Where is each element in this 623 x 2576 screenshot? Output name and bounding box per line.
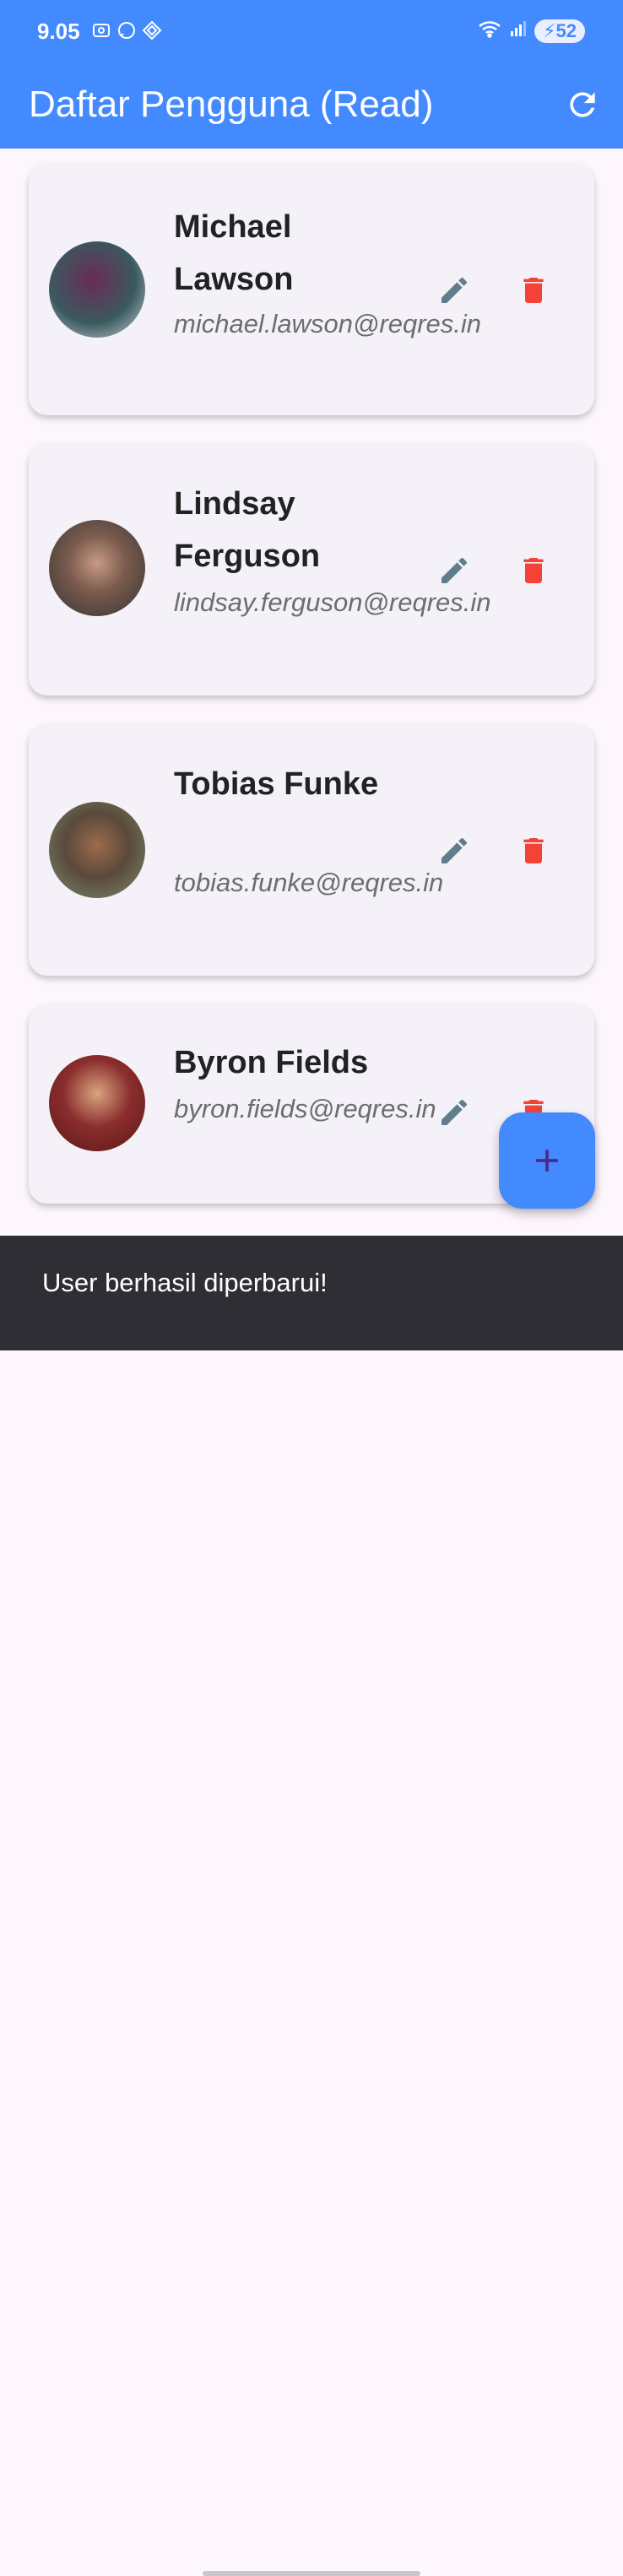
app-notification-icon [142,20,162,41]
edit-button[interactable] [432,549,476,593]
trash-icon [523,278,544,303]
charging-icon: ⚡ [543,19,556,41]
edit-button[interactable] [432,1090,476,1134]
user-name: Lindsay Ferguson [174,486,321,574]
user-email: tobias.funke@reqres.in [174,868,444,897]
plus-icon [536,1150,558,1172]
refresh-icon[interactable] [564,86,601,123]
edit-button[interactable] [432,268,476,312]
pencil-icon [442,277,467,303]
user-name: Byron Fields [174,1045,369,1080]
gesture-nav-handle[interactable] [203,2571,420,2576]
wifi-icon [477,19,502,43]
signal-icon [509,19,528,42]
user-email: michael.lawson@reqres.in [174,309,482,338]
page-title: Daftar Pengguna (Read) [29,84,434,125]
user-card[interactable]: Tobias Funke tobias.funke@reqres.in [29,724,594,976]
user-email: byron.fields@reqres.in [174,1094,436,1123]
delete-button[interactable] [512,549,555,593]
pencil-icon [442,1099,467,1125]
edit-button[interactable] [432,829,476,873]
whatsapp-icon [116,20,137,41]
screenshot-icon [91,20,111,41]
status-time: 9.05 [37,19,80,44]
battery-indicator: ⚡52 [534,19,585,43]
trash-icon [523,558,544,583]
pencil-icon [442,837,467,863]
status-bar: 9.05 ⚡52 [0,0,623,66]
trash-icon [523,838,544,863]
user-name: Tobias Funke [174,766,379,802]
add-user-button[interactable] [499,1112,595,1209]
avatar [49,520,145,616]
user-card[interactable]: Lindsay Ferguson lindsay.ferguson@reqres… [29,444,594,695]
delete-button[interactable] [512,268,555,312]
delete-button[interactable] [512,829,555,873]
user-name: Michael Lawson [174,209,294,297]
status-notification-icons [91,20,162,41]
pencil-icon [442,557,467,583]
snackbar-message: User berhasil diperbarui! [42,1268,328,1297]
user-card[interactable]: Michael Lawson michael.lawson@reqres.in [29,164,594,415]
avatar [49,1055,145,1151]
avatar [49,241,145,338]
status-system-icons: ⚡52 [477,19,585,43]
avatar [49,802,145,898]
user-email: lindsay.ferguson@reqres.in [174,587,491,617]
snackbar: User berhasil diperbarui! [0,1236,623,2576]
app-bar: Daftar Pengguna (Read) [0,66,623,149]
